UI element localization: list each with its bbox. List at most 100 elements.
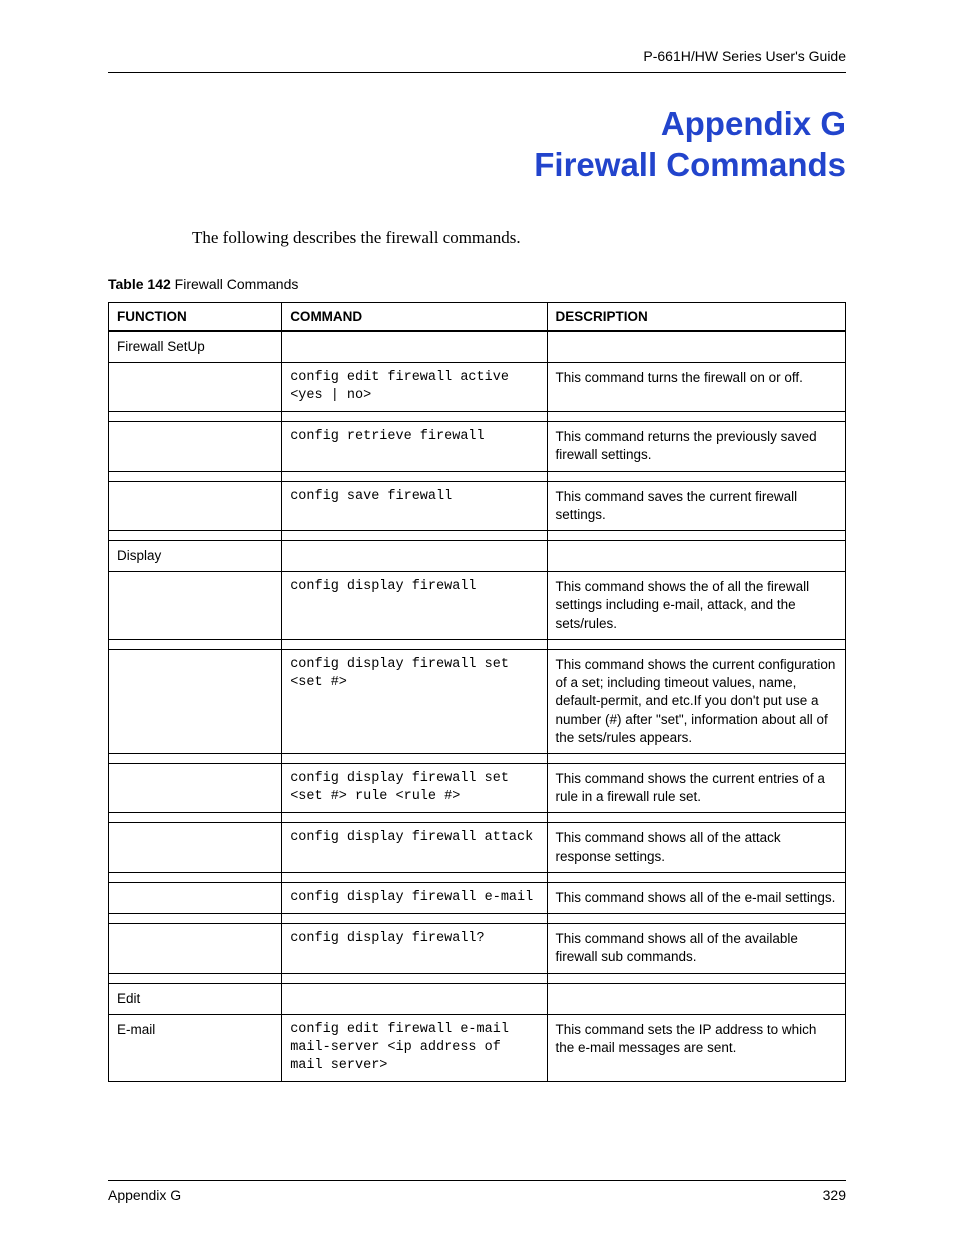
description-cell (547, 331, 846, 363)
description-cell (547, 541, 846, 572)
table-header-row: FUNCTION COMMAND DESCRIPTION (109, 302, 846, 331)
table-row (109, 872, 846, 882)
table-row (109, 914, 846, 924)
spacer-cell (547, 813, 846, 823)
running-header: P-661H/HW Series User's Guide (108, 48, 846, 64)
spacer-cell (109, 531, 282, 541)
spacer-cell (547, 872, 846, 882)
table-row: Display (109, 541, 846, 572)
table-row: Edit (109, 983, 846, 1014)
firewall-commands-table: FUNCTION COMMAND DESCRIPTION Firewall Se… (108, 302, 846, 1083)
description-cell: This command turns the firewall on or of… (547, 362, 846, 411)
col-header-function: FUNCTION (109, 302, 282, 331)
description-cell: This command shows the of all the firewa… (547, 572, 846, 640)
command-cell: config edit firewall e-mail mail-server … (282, 1014, 547, 1082)
description-cell: This command shows all of the e-mail set… (547, 882, 846, 913)
spacer-cell (547, 754, 846, 764)
description-cell: This command returns the previously save… (547, 422, 846, 471)
title-line-1: Appendix G (108, 103, 846, 144)
command-cell: config edit firewall active <yes | no> (282, 362, 547, 411)
table-row (109, 471, 846, 481)
title-line-2: Firewall Commands (108, 144, 846, 185)
appendix-title: Appendix G Firewall Commands (108, 103, 846, 186)
command-cell (282, 541, 547, 572)
table-caption: Table 142 Firewall Commands (108, 276, 846, 292)
spacer-cell (282, 973, 547, 983)
header-rule (108, 72, 846, 73)
function-cell (109, 481, 282, 530)
col-header-command: COMMAND (282, 302, 547, 331)
spacer-cell (282, 531, 547, 541)
function-cell (109, 649, 282, 753)
function-cell (109, 362, 282, 411)
spacer-cell (547, 471, 846, 481)
table-row: config display firewall?This command sho… (109, 924, 846, 973)
table-row (109, 813, 846, 823)
table-row (109, 973, 846, 983)
spacer-cell (109, 872, 282, 882)
table-row: config display firewall attackThis comma… (109, 823, 846, 872)
table-row: config display firewall set <set #>This … (109, 649, 846, 753)
command-cell: config save firewall (282, 481, 547, 530)
spacer-cell (109, 754, 282, 764)
intro-paragraph: The following describes the firewall com… (192, 228, 846, 248)
table-caption-number: Table 142 (108, 276, 171, 292)
table-row (109, 754, 846, 764)
spacer-cell (282, 813, 547, 823)
footer-right: 329 (823, 1187, 846, 1203)
command-cell: config display firewall attack (282, 823, 547, 872)
spacer-cell (547, 531, 846, 541)
spacer-cell (282, 914, 547, 924)
command-cell: config display firewall set <set #> rule… (282, 764, 547, 813)
spacer-cell (547, 973, 846, 983)
table-row: config display firewall set <set #> rule… (109, 764, 846, 813)
description-cell: This command shows the current configura… (547, 649, 846, 753)
spacer-cell (282, 412, 547, 422)
function-cell (109, 882, 282, 913)
function-cell (109, 572, 282, 640)
function-cell (109, 422, 282, 471)
spacer-cell (109, 639, 282, 649)
description-cell (547, 983, 846, 1014)
table-body: Firewall SetUpconfig edit firewall activ… (109, 331, 846, 1082)
table-row (109, 531, 846, 541)
table-row: config save firewallThis command saves t… (109, 481, 846, 530)
spacer-cell (547, 639, 846, 649)
table-row: config display firewallThis command show… (109, 572, 846, 640)
spacer-cell (282, 471, 547, 481)
command-cell (282, 983, 547, 1014)
command-cell: config display firewall (282, 572, 547, 640)
function-cell: Edit (109, 983, 282, 1014)
function-cell: Firewall SetUp (109, 331, 282, 363)
spacer-cell (109, 471, 282, 481)
description-cell: This command shows the current entries o… (547, 764, 846, 813)
description-cell: This command saves the current firewall … (547, 481, 846, 530)
function-cell: E-mail (109, 1014, 282, 1082)
page-footer: Appendix G 329 (108, 1180, 846, 1203)
table-row: config retrieve firewallThis command ret… (109, 422, 846, 471)
command-cell: config retrieve firewall (282, 422, 547, 471)
table-row: config edit firewall active <yes | no>Th… (109, 362, 846, 411)
table-row: E-mailconfig edit firewall e-mail mail-s… (109, 1014, 846, 1082)
spacer-cell (282, 639, 547, 649)
command-cell: config display firewall e-mail (282, 882, 547, 913)
function-cell (109, 823, 282, 872)
command-cell: config display firewall? (282, 924, 547, 973)
spacer-cell (282, 754, 547, 764)
description-cell: This command shows all of the available … (547, 924, 846, 973)
function-cell (109, 924, 282, 973)
command-cell: config display firewall set <set #> (282, 649, 547, 753)
document-page: P-661H/HW Series User's Guide Appendix G… (0, 0, 954, 1235)
col-header-description: DESCRIPTION (547, 302, 846, 331)
description-cell: This command sets the IP address to whic… (547, 1014, 846, 1082)
spacer-cell (109, 914, 282, 924)
spacer-cell (109, 412, 282, 422)
spacer-cell (109, 973, 282, 983)
table-row: config display firewall e-mailThis comma… (109, 882, 846, 913)
footer-rule (108, 1180, 846, 1181)
table-caption-text: Firewall Commands (171, 276, 299, 292)
spacer-cell (547, 914, 846, 924)
description-cell: This command shows all of the attack res… (547, 823, 846, 872)
table-row (109, 412, 846, 422)
spacer-cell (109, 813, 282, 823)
